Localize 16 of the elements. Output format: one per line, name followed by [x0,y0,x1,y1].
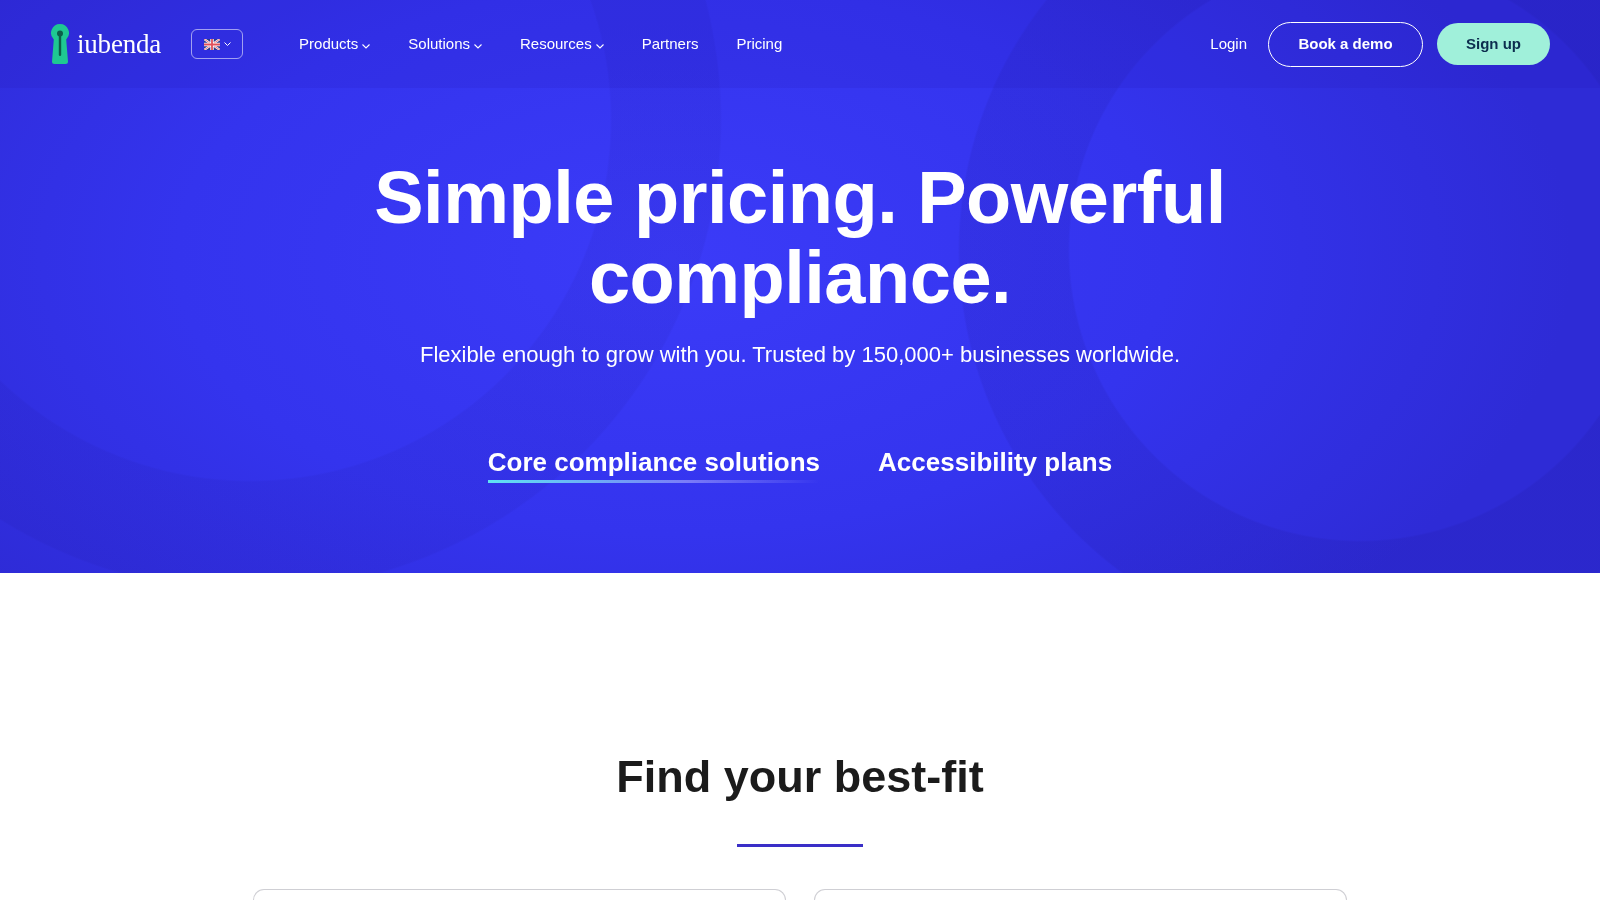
login-link[interactable]: Login [1210,32,1247,56]
logo-text[interactable]: iubenda [77,30,162,58]
flag-icon [203,38,220,50]
nav-link[interactable]: Resources [520,32,604,56]
nav-link[interactable]: Pricing [736,32,783,56]
plan-tab[interactable]: Accessibility plans [878,447,1113,483]
hero-subtitle: Flexible enough to grow with you. Trusted by 150,000+ businesses worldwide. [418,341,1182,369]
nav-link[interactable]: Products [299,32,371,56]
language-button[interactable] [191,29,244,59]
signup-button[interactable]: Sign up [1437,23,1550,65]
nav-link[interactable]: Partners [641,32,699,56]
keyhole-logo-icon [50,24,70,64]
nav-link[interactable]: Solutions [408,32,482,56]
section-heading: Find your best-fit [615,750,985,804]
hero-title: Simple pricing. Powerful compliance. [373,158,1227,318]
chevron-icon [223,42,231,46]
